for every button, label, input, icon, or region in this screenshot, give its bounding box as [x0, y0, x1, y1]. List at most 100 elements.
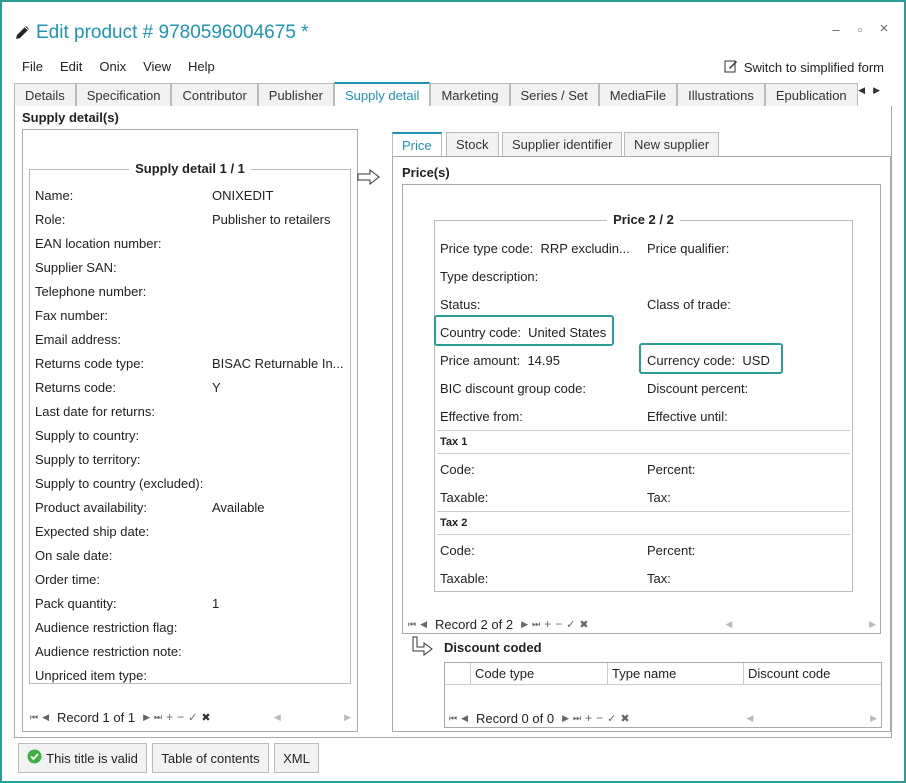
- tax2-code-label: Code:: [440, 543, 475, 558]
- subtab-stock[interactable]: Stock: [446, 132, 499, 157]
- tab-series-set[interactable]: Series / Set: [509, 83, 599, 107]
- price-type-label: Price type code:: [440, 241, 534, 256]
- edit-form-icon: [724, 59, 738, 76]
- supply-field-row: Fax number:: [35, 308, 212, 326]
- add-record-icon[interactable]: +: [166, 710, 173, 724]
- subtab-new-supplier[interactable]: New supplier: [624, 132, 720, 157]
- tab-publisher[interactable]: Publisher: [257, 83, 334, 107]
- price-fieldset: Price 2 / 2 Price type code: RRP excludi…: [434, 212, 853, 592]
- maximize-button[interactable]: ▫: [852, 22, 868, 37]
- confirm-record-icon[interactable]: ✓: [188, 711, 197, 724]
- tab-illustrations[interactable]: Illustrations: [677, 83, 765, 107]
- xml-button[interactable]: XML: [274, 743, 319, 773]
- tax1-code-label: Code:: [440, 462, 475, 477]
- supply-field-row: Pack quantity: 1: [35, 596, 219, 614]
- price-type-value[interactable]: RRP excludin...: [540, 241, 629, 256]
- confirm-record-icon[interactable]: ✓: [566, 618, 575, 631]
- confirm-record-icon[interactable]: ✓: [607, 712, 616, 725]
- col-discount-code[interactable]: Discount code: [744, 663, 881, 685]
- price-type-field: Price type code: RRP excludin...: [440, 241, 630, 256]
- supply-field-label: Returns code type:: [35, 356, 145, 371]
- tab-contributor[interactable]: Contributor: [171, 83, 258, 107]
- price-record-text: Record 2 of 2: [435, 616, 514, 632]
- supply-field-row: Returns code: Y: [35, 380, 221, 398]
- scroll-left-icon[interactable]: ◀: [746, 713, 753, 724]
- scroll-left-icon[interactable]: ◀: [725, 619, 732, 630]
- supply-detail-fieldset: Supply detail 1 / 1 Name: ONIXEDIT Role: Pu…: [29, 161, 351, 684]
- discount-record-text: Record 0 of 0: [476, 710, 555, 726]
- tab-specification[interactable]: Specification: [75, 83, 172, 107]
- cancel-record-icon[interactable]: ✖: [620, 712, 629, 725]
- supply-field-value[interactable]: ONIXEDIT: [212, 188, 273, 206]
- cancel-record-icon[interactable]: ✖: [579, 618, 588, 631]
- supply-field-value[interactable]: BISAC Returnable In...: [212, 356, 344, 374]
- supply-detail-legend: Supply detail 1 / 1: [129, 161, 251, 176]
- tab-mediafile[interactable]: MediaFile: [598, 83, 678, 107]
- supply-field-label: Supply to territory:: [35, 452, 141, 467]
- class-of-trade-label: Class of trade:: [647, 297, 731, 312]
- supply-field-label: Product availability:: [35, 500, 147, 515]
- subtab-supplier-identifier[interactable]: Supplier identifier: [502, 132, 623, 157]
- supply-field-value[interactable]: Available: [212, 500, 265, 518]
- supply-field-label: Unpriced item type:: [35, 668, 147, 683]
- title-valid-button[interactable]: This title is valid: [18, 743, 147, 773]
- minimize-button[interactable]: –: [828, 22, 844, 37]
- switch-simplified-link[interactable]: Switch to simplified form: [724, 59, 884, 76]
- supply-field-row: Role: Publisher to retailers: [35, 212, 331, 230]
- first-record-icon[interactable]: ⏮: [30, 712, 38, 723]
- prev-record-icon[interactable]: ◀: [461, 713, 468, 724]
- delete-record-icon[interactable]: −: [177, 710, 184, 724]
- price-amount-value[interactable]: 14.95: [527, 353, 560, 368]
- next-record-icon[interactable]: ▶: [521, 619, 528, 630]
- scroll-right-icon[interactable]: ▶: [344, 712, 351, 723]
- menu-file[interactable]: File: [22, 59, 43, 74]
- menu-help[interactable]: Help: [188, 59, 215, 74]
- col-code-type[interactable]: Code type: [471, 663, 608, 685]
- delete-record-icon[interactable]: −: [596, 711, 603, 725]
- subtab-price[interactable]: Price: [392, 132, 442, 158]
- menu-onix[interactable]: Onix: [99, 59, 126, 74]
- scroll-right-icon[interactable]: ▶: [869, 619, 876, 630]
- next-record-icon[interactable]: ▶: [562, 713, 569, 724]
- add-record-icon[interactable]: +: [585, 711, 592, 725]
- supply-field-label: Pack quantity:: [35, 596, 117, 611]
- supply-details-panel: Supply detail 1 / 1 Name: ONIXEDIT Role: Pu…: [22, 129, 358, 732]
- price-qualifier-field: Price qualifier:: [647, 241, 729, 256]
- tab-details[interactable]: Details: [14, 83, 76, 107]
- tab-scroll-right-icon[interactable]: ▶: [873, 85, 888, 95]
- cancel-record-icon[interactable]: ✖: [201, 711, 210, 724]
- add-record-icon[interactable]: +: [544, 617, 551, 631]
- close-button[interactable]: ×: [876, 20, 892, 37]
- scroll-right-icon[interactable]: ▶: [870, 713, 877, 724]
- menu-view[interactable]: View: [143, 59, 171, 74]
- price-legend: Price 2 / 2: [607, 212, 680, 227]
- window-title: Edit product # 9780596004675 *: [36, 22, 309, 43]
- tab-scroll-left-icon[interactable]: ◀: [858, 85, 873, 95]
- tab-marketing[interactable]: Marketing: [430, 83, 510, 107]
- next-record-icon[interactable]: ▶: [143, 712, 150, 723]
- tax1-heading: Tax 1: [440, 436, 468, 448]
- supply-field-value[interactable]: 1: [212, 596, 219, 614]
- first-record-icon[interactable]: ⏮: [449, 713, 457, 724]
- delete-record-icon[interactable]: −: [555, 617, 562, 631]
- supply-field-value[interactable]: Y: [212, 380, 221, 398]
- last-record-icon[interactable]: ⏭: [573, 713, 581, 724]
- prev-record-icon[interactable]: ◀: [420, 619, 427, 630]
- col-type-name[interactable]: Type name: [608, 663, 744, 685]
- tax1-tax-label: Tax:: [647, 490, 671, 505]
- first-record-icon[interactable]: ⏮: [408, 619, 416, 630]
- supply-field-row: Returns code type: BISAC Returnable In...: [35, 356, 344, 374]
- last-record-icon[interactable]: ⏭: [532, 619, 540, 630]
- tab-epublication[interactable]: Epublication: [764, 83, 858, 107]
- last-record-icon[interactable]: ⏭: [154, 712, 162, 723]
- scroll-left-icon[interactable]: ◀: [274, 712, 281, 723]
- supply-field-value[interactable]: Publisher to retailers: [212, 212, 331, 230]
- menu-edit[interactable]: Edit: [60, 59, 82, 74]
- supply-field-label: Order time:: [35, 572, 101, 587]
- supply-field-label: Returns code:: [35, 380, 116, 395]
- tax2-taxable-label: Taxable:: [440, 571, 489, 586]
- tab-supply-detail[interactable]: Supply detail: [333, 82, 431, 107]
- prev-record-icon[interactable]: ◀: [42, 712, 49, 723]
- title-bar: Edit product # 9780596004675 *: [14, 20, 309, 46]
- table-of-contents-button[interactable]: Table of contents: [152, 743, 269, 773]
